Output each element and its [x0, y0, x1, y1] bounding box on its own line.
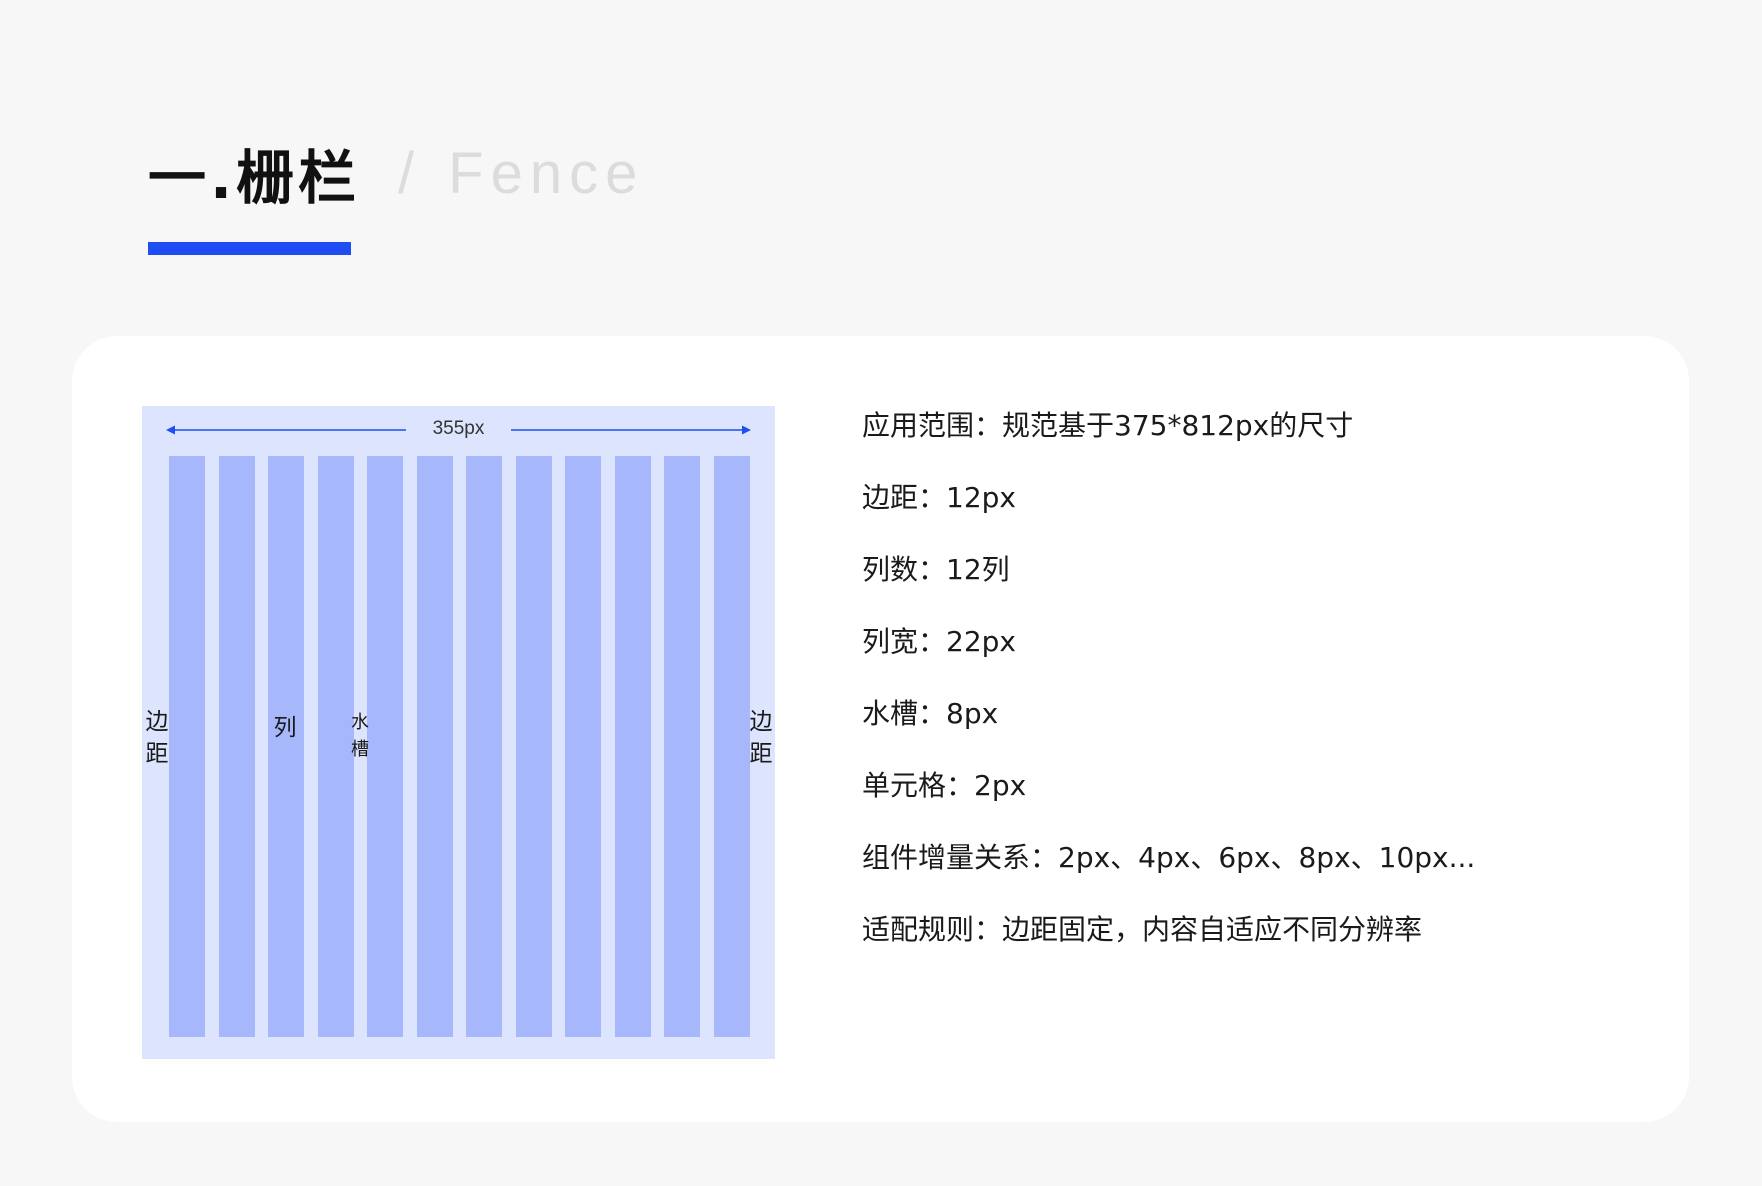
- margin-label-right: 边 距: [748, 706, 774, 770]
- grid-column: [565, 456, 601, 1037]
- column-label: 列: [273, 715, 297, 741]
- margin-label-right-char: 边: [749, 709, 773, 735]
- grid-column: [219, 456, 255, 1037]
- gutter-label-char: 槽: [351, 739, 369, 760]
- grid-diagram: 355px 边 距 列 水 槽 边 距: [142, 406, 775, 1059]
- page-title: 一.栅栏: [148, 144, 361, 212]
- margin-label-left: 边 距: [144, 706, 170, 770]
- grid-column: [664, 456, 700, 1037]
- grid-columns: [169, 456, 750, 1037]
- spec-item: 组件增量关系：2px、4px、6px、8px、10px...: [862, 841, 1476, 874]
- spec-item: 列宽：22px: [862, 625, 1016, 658]
- margin-label-left-char: 距: [145, 741, 169, 767]
- spec-list: 应用范围：规范基于375*812px的尺寸 边距：12px 列数：12列 列宽：22p…: [862, 406, 1475, 982]
- margin-label-right-char: 距: [749, 741, 773, 767]
- spec-item: 单元格：2px: [862, 769, 1027, 802]
- margin-label-left-char: 边: [145, 709, 169, 735]
- spec-item: 水槽：8px: [862, 697, 999, 730]
- title-separator: /: [398, 140, 415, 206]
- page-subtitle: Fence: [448, 140, 645, 206]
- spec-item: 列数：12列: [862, 553, 1010, 586]
- grid-column: [516, 456, 552, 1037]
- title-underline: [148, 242, 351, 255]
- grid-column: [268, 456, 304, 1037]
- grid-column: [169, 456, 205, 1037]
- grid-column: [417, 456, 453, 1037]
- gutter-label-char: 水: [351, 712, 369, 733]
- grid-column: [466, 456, 502, 1037]
- content-card: 355px 边 距 列 水 槽 边 距 应用范围：规范基于375*812px的尺…: [72, 336, 1689, 1122]
- spec-item: 应用范围：规范基于375*812px的尺寸: [862, 409, 1354, 442]
- gutter-label: 水 槽: [347, 709, 373, 763]
- grid-column: [714, 456, 750, 1037]
- spec-item: 适配规则：边距固定，内容自适应不同分辨率: [862, 913, 1423, 946]
- grid-column: [615, 456, 651, 1037]
- width-label: 355px: [432, 418, 485, 439]
- page-header: 一.栅栏 / Fence: [148, 128, 644, 218]
- spec-item: 边距：12px: [862, 481, 1016, 514]
